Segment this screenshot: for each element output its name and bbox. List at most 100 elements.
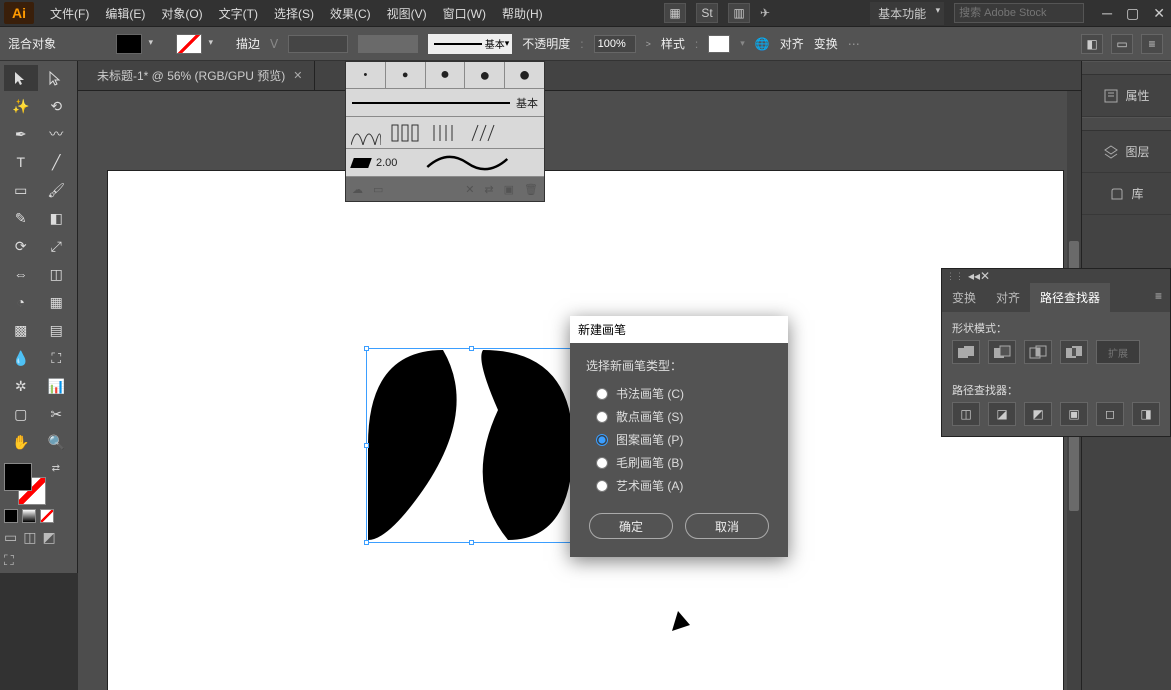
pf-close-icon[interactable]: ✕ [980, 269, 990, 283]
ok-button[interactable]: 确定 [589, 513, 673, 539]
workspace-dropdown[interactable]: 基本功能 [870, 2, 944, 25]
divide-icon[interactable]: ◫ [952, 402, 980, 426]
trim-icon[interactable]: ◪ [988, 402, 1016, 426]
radio-bristle[interactable]: 毛刷画笔 (B) [586, 451, 772, 474]
stroke-swatch[interactable] [176, 34, 202, 54]
rectangle-tool[interactable]: ▭ [4, 177, 38, 203]
options-brush-icon[interactable]: ⇄ [484, 183, 493, 196]
screen-mode-icon[interactable]: ⛶ [4, 552, 14, 569]
brush-libraries-icon[interactable]: ☁ [352, 183, 363, 196]
merge-icon[interactable]: ◩ [1024, 402, 1052, 426]
collapse-icon[interactable]: ◂◂ [968, 269, 980, 283]
menu-window[interactable]: 窗口(W) [435, 1, 494, 26]
color-mode-gradient[interactable] [22, 509, 36, 523]
tab-pathfinder[interactable]: 路径查找器 [1030, 283, 1110, 312]
document-tab[interactable]: 未标题-1* @ 56% (RGB/GPU 预览) ✕ [85, 61, 315, 90]
menu-help[interactable]: 帮助(H) [494, 1, 551, 26]
tab-transform[interactable]: 变换 [942, 283, 986, 312]
stroke-weight-input[interactable] [288, 35, 348, 53]
draw-normal-icon[interactable]: ▭ [4, 529, 17, 546]
pen-tool[interactable]: ✒ [4, 121, 38, 147]
arrange-docs-icon[interactable]: ▥ [728, 3, 750, 23]
menu-object[interactable]: 对象(O) [153, 1, 210, 26]
crop-icon[interactable]: ▣ [1060, 402, 1088, 426]
free-transform-tool[interactable]: ◫ [40, 261, 74, 287]
gpu-icon[interactable]: ✈ [760, 6, 770, 20]
color-mode-none[interactable] [40, 509, 54, 523]
eraser-tool[interactable]: ◧ [40, 205, 74, 231]
exclude-icon[interactable] [1060, 340, 1088, 364]
new-brush-icon[interactable]: ▣ [504, 183, 514, 196]
minimize-button[interactable]: ─ [1102, 5, 1112, 22]
blend-tool[interactable]: ⛶ [40, 345, 74, 371]
globe-icon[interactable]: 🌐 [755, 37, 770, 51]
style-swatch[interactable] [708, 35, 730, 53]
line-tool[interactable]: ╱ [40, 149, 74, 175]
close-button[interactable]: ✕ [1153, 5, 1165, 22]
panel-grip[interactable]: ⋮⋮ [942, 271, 968, 282]
lasso-tool[interactable]: ⟲ [40, 93, 74, 119]
menu-icon[interactable]: ≡ [1141, 34, 1163, 54]
minus-back-icon[interactable]: ◨ [1132, 402, 1160, 426]
bridge-icon[interactable]: ▦ [664, 3, 686, 23]
slice-tool[interactable]: ✂ [40, 401, 74, 427]
close-tab-icon[interactable]: ✕ [293, 69, 302, 82]
opacity-input[interactable] [594, 35, 636, 53]
panel-menu-icon[interactable]: ≡ [1147, 283, 1170, 312]
radio-calligraphic[interactable]: 书法画笔 (C) [586, 382, 772, 405]
menu-edit[interactable]: 编辑(E) [97, 1, 153, 26]
maximize-button[interactable]: ▢ [1126, 5, 1139, 22]
unite-icon[interactable] [952, 340, 980, 364]
perspective-tool[interactable]: ▦ [40, 289, 74, 315]
paintbrush-tool[interactable]: 🖌 [40, 177, 74, 203]
mesh-tool[interactable]: ▩ [4, 317, 38, 343]
cancel-button[interactable]: 取消 [685, 513, 769, 539]
expand-button[interactable]: 扩展 [1096, 340, 1140, 364]
brush-def-dropdown[interactable]: 基本▾ [428, 34, 512, 54]
selection-tool[interactable] [4, 65, 38, 91]
menu-effect[interactable]: 效果(C) [322, 1, 379, 26]
type-tool[interactable]: T [4, 149, 38, 175]
shape-builder-tool[interactable]: ◔ [4, 289, 38, 315]
align-link[interactable]: 对齐 [780, 35, 804, 52]
width-tool[interactable]: ⇔ [4, 261, 38, 287]
magic-wand-tool[interactable]: ✨ [4, 93, 38, 119]
eyedropper-tool[interactable]: 💧 [4, 345, 38, 371]
remove-brush-icon[interactable]: ✕ [465, 183, 474, 196]
edit-icon[interactable]: ▭ [1111, 34, 1133, 54]
search-input[interactable] [954, 3, 1084, 23]
menu-file[interactable]: 文件(F) [42, 1, 97, 26]
tab-align[interactable]: 对齐 [986, 283, 1030, 312]
outline-icon[interactable]: ◻ [1096, 402, 1124, 426]
minus-front-icon[interactable] [988, 340, 1016, 364]
delete-brush-icon[interactable]: 🗑 [524, 183, 538, 196]
menu-select[interactable]: 选择(S) [266, 1, 322, 26]
artboard-tool[interactable]: ▢ [4, 401, 38, 427]
draw-inside-icon[interactable]: ◩ [42, 529, 55, 546]
fill-stroke-control[interactable]: ⇄ [4, 463, 46, 505]
panel-layers[interactable]: 图层 [1082, 131, 1171, 173]
stock-icon[interactable]: St [696, 3, 718, 23]
color-mode-solid[interactable] [4, 509, 18, 523]
brushes-panel[interactable]: •●●●● 基本 2.00 ☁ ▭ ✕ ⇄ ▣ 🗑 [345, 61, 545, 202]
dock-grip[interactable] [1082, 61, 1171, 75]
fill-box[interactable] [4, 463, 32, 491]
brush-basic[interactable]: 基本 [346, 89, 544, 117]
transform-link[interactable]: 变换 [814, 35, 838, 52]
isolate-icon[interactable]: ◧ [1081, 34, 1103, 54]
panel-properties[interactable]: 属性 [1082, 75, 1171, 117]
zoom-tool[interactable]: 🔍 [40, 429, 74, 455]
pathfinder-panel[interactable]: ⋮⋮ ◂◂ ✕ 变换 对齐 路径查找器 ≡ 形状模式： 扩展 路径查找器： ◫ … [941, 268, 1171, 437]
panel-libraries[interactable]: 库 [1082, 173, 1171, 215]
hand-tool[interactable]: ✋ [4, 429, 38, 455]
swap-icon[interactable]: ⇄ [52, 463, 60, 474]
radio-art[interactable]: 艺术画笔 (A) [586, 474, 772, 497]
menu-view[interactable]: 视图(V) [379, 1, 435, 26]
scale-tool[interactable]: ⤢ [40, 233, 74, 259]
more-icon[interactable]: ⋯ [848, 37, 860, 51]
curvature-tool[interactable]: 〰 [40, 121, 74, 147]
shaper-tool[interactable]: ✎ [4, 205, 38, 231]
fill-swatch[interactable] [116, 34, 142, 54]
brush-row-calligraphic[interactable]: •●●●● [346, 62, 544, 89]
radio-pattern[interactable]: 图案画笔 (P) [586, 428, 772, 451]
